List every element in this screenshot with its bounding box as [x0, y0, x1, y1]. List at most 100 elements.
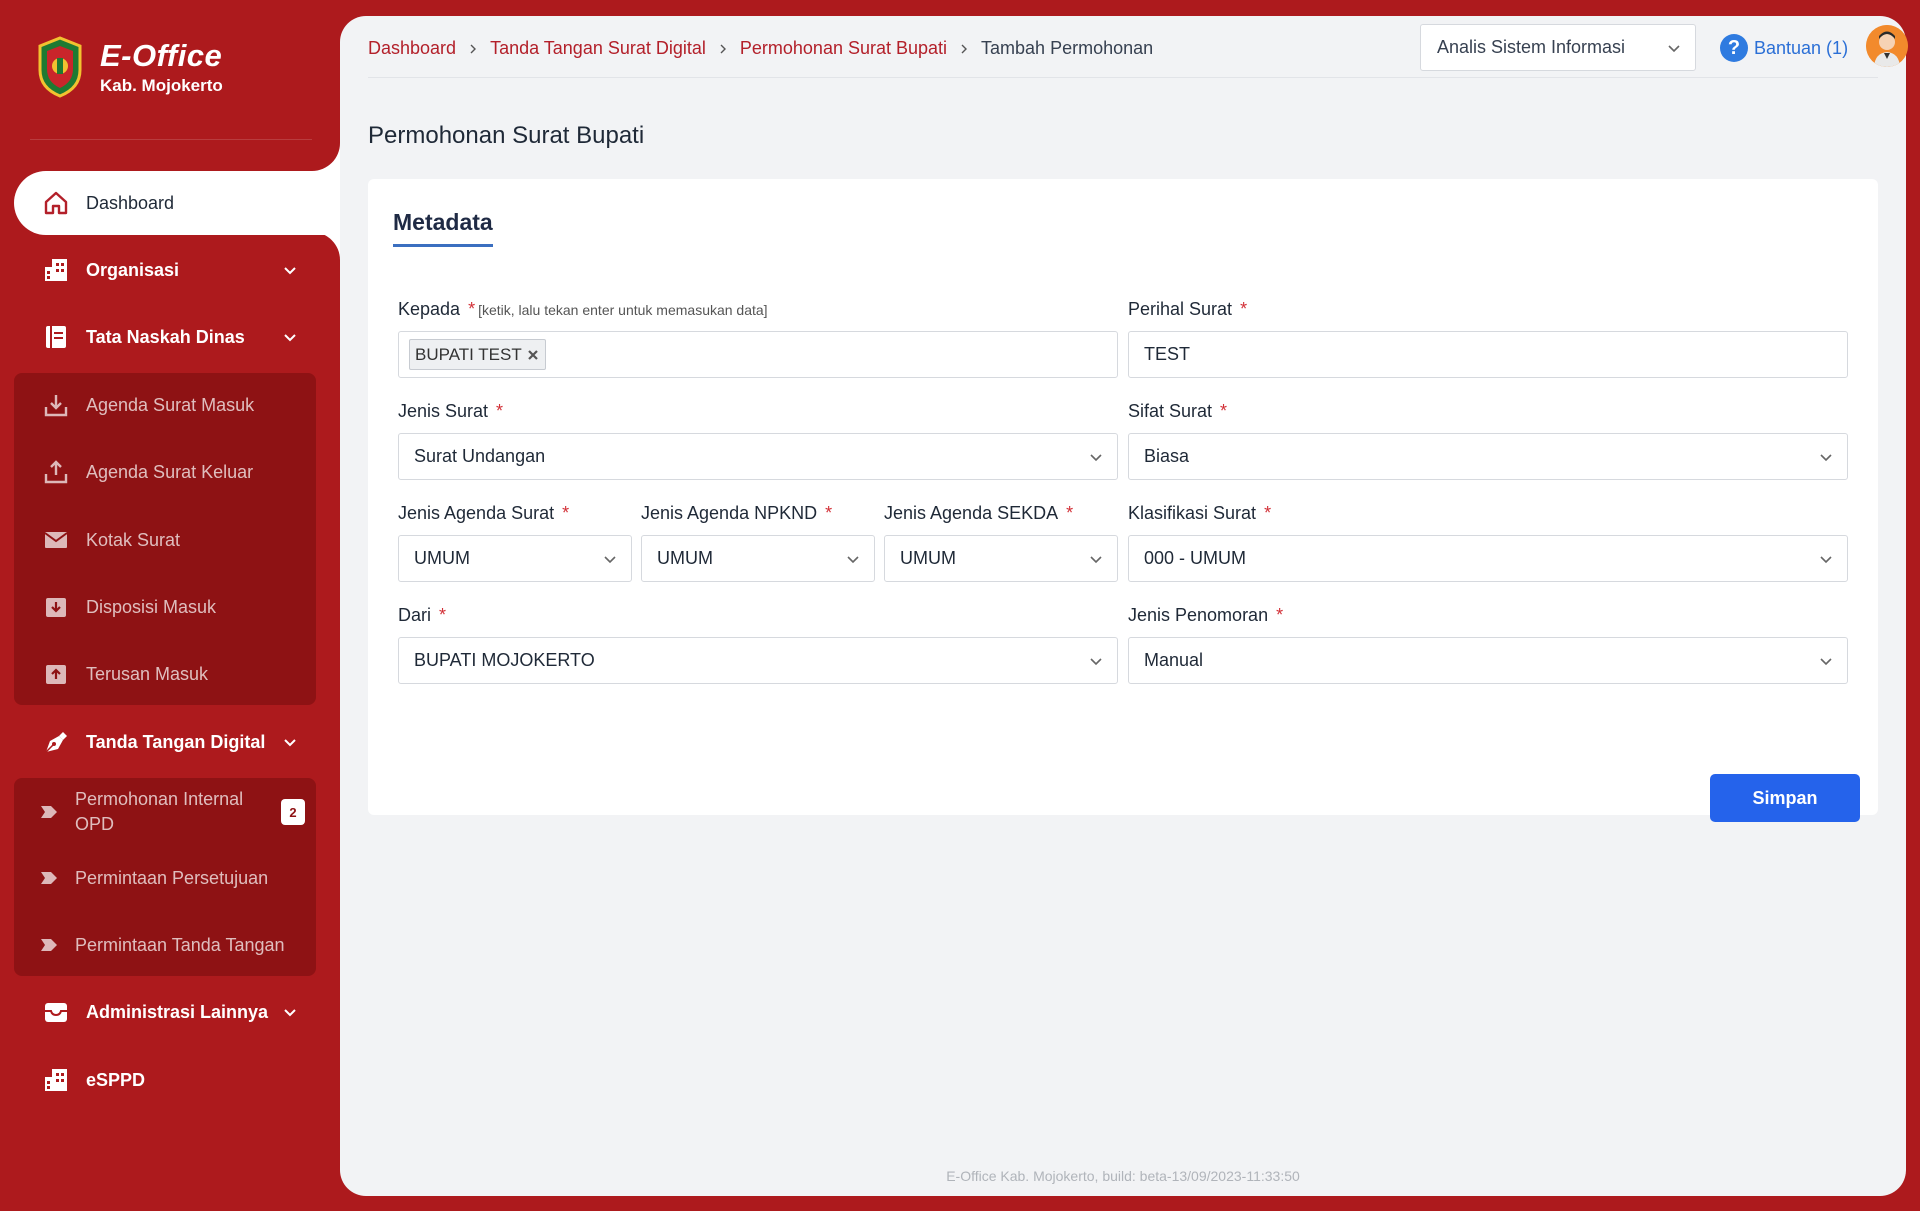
jenis-penomoran-label: Jenis Penomoran * [1128, 605, 1283, 626]
breadcrumb-current: Tambah Permohonan [981, 38, 1154, 58]
sidebar-item-label: eSPPD [86, 1069, 146, 1090]
chevron-down-icon [1090, 454, 1102, 462]
role-select[interactable]: Analis Sistem Informasi [1420, 24, 1696, 71]
chevron-down-icon [847, 556, 859, 564]
breadcrumb-dashboard[interactable]: Dashboard [368, 38, 456, 59]
required-mark: * [1264, 503, 1272, 523]
jenis-agenda-sekda-select[interactable]: UMUM [884, 535, 1118, 582]
sidebar-item-permintaan-persetujuan[interactable]: Permintaan Persetujuan [14, 846, 316, 910]
jenis-agenda-npknd-select[interactable]: UMUM [641, 535, 875, 582]
main-content: Dashboard Tanda Tangan Surat Digital Per… [340, 16, 1908, 1196]
jenis-agenda-npknd-value: UMUM [657, 548, 713, 568]
chevron-down-icon [1820, 658, 1832, 666]
chevron-down-icon [284, 334, 296, 342]
chevron-down-icon [1820, 454, 1832, 462]
sidebar-item-label: Agenda Surat Masuk [86, 394, 255, 415]
active-curve-top [312, 143, 340, 171]
sidebar-item-terusan-masuk[interactable]: Terusan Masuk [14, 642, 316, 706]
tag-arrow-icon [41, 939, 57, 951]
field-label-text: Jenis Agenda Surat [398, 503, 555, 523]
chevron-down-icon [604, 556, 616, 564]
field-label-text: Jenis Agenda SEKDA [884, 503, 1059, 523]
breadcrumb-permohonan-surat-bupati[interactable]: Permohonan Surat Bupati [740, 38, 947, 59]
dari-select[interactable]: BUPATI MOJOKERTO [398, 637, 1118, 684]
sidebar-item-label: OPD [75, 814, 115, 834]
tab-metadata[interactable]: Metadata [393, 209, 493, 247]
chevron-down-icon [1668, 45, 1680, 53]
sifat-surat-select[interactable]: Biasa [1128, 433, 1848, 480]
sidebar-item-agenda-surat-keluar[interactable]: Agenda Surat Keluar [14, 440, 316, 504]
sidebar-item-permintaan-tanda-tangan[interactable]: Permintaan Tanda Tangan [14, 913, 316, 977]
sidebar-item-label: Kotak Surat [86, 529, 181, 550]
page-title: Permohonan Surat Bupati [368, 122, 645, 149]
brand-divider [30, 139, 312, 140]
klasifikasi-value: 000 - UMUM [1144, 548, 1247, 568]
jenis-agenda-npknd-label: Jenis Agenda NPKND * [641, 503, 832, 524]
save-button[interactable]: Simpan [1710, 774, 1860, 822]
perihal-input[interactable]: TEST [1128, 331, 1848, 378]
breadcrumb-tanda-tangan-surat-digital[interactable]: Tanda Tangan Surat Digital [490, 38, 706, 59]
sidebar-item-organisasi[interactable]: Organisasi [14, 238, 340, 302]
sidebar-item-label: Terusan Masuk [86, 663, 209, 684]
required-mark: * [825, 503, 833, 523]
jenis-surat-value: Surat Undangan [414, 446, 546, 466]
sidebar-item-disposisi-masuk[interactable]: Disposisi Masuk [14, 575, 316, 639]
sidebar-item-permohonan-internal-opd[interactable]: Permohonan Internal OPD 2 [14, 779, 316, 845]
breadcrumb: Dashboard Tanda Tangan Surat Digital Per… [368, 38, 1153, 59]
sidebar-item-esppd[interactable]: eSPPD [14, 1048, 340, 1112]
field-label-text: Jenis Penomoran [1128, 605, 1269, 625]
required-mark: * [1276, 605, 1284, 625]
klasifikasi-select[interactable]: 000 - UMUM [1128, 535, 1848, 582]
pen-nib-icon [41, 727, 71, 757]
required-mark: * [1220, 401, 1228, 421]
chevron-right-icon [720, 44, 726, 53]
help-link[interactable]: ? Bantuan (1) [1720, 34, 1848, 62]
kepada-tag-input[interactable]: BUPATI TEST [398, 331, 1118, 378]
dari-value: BUPATI MOJOKERTO [414, 650, 595, 670]
jenis-surat-select[interactable]: Surat Undangan [398, 433, 1118, 480]
inbox-upload-icon [41, 659, 71, 689]
download-tray-icon [41, 390, 71, 420]
chevron-down-icon [1090, 658, 1102, 666]
recipient-tag: BUPATI TEST [409, 339, 546, 370]
kabupaten-emblem-icon [38, 36, 82, 98]
sidebar-item-administrasi-lainnya[interactable]: Administrasi Lainnya [14, 980, 340, 1044]
app-title: E-Office [100, 38, 223, 73]
jenis-surat-label: Jenis Surat * [398, 401, 503, 422]
field-label-text: Jenis Surat [398, 401, 489, 421]
klasifikasi-label: Klasifikasi Surat * [1128, 503, 1271, 524]
avatar[interactable] [1866, 25, 1908, 67]
sifat-surat-label: Sifat Surat * [1128, 401, 1227, 422]
field-label-text: Klasifikasi Surat [1128, 503, 1257, 523]
jenis-penomoran-select[interactable]: Manual [1128, 637, 1848, 684]
role-select-value: Analis Sistem Informasi [1437, 37, 1626, 57]
close-icon[interactable] [526, 348, 540, 362]
tag-arrow-icon [41, 872, 57, 884]
sidebar-item-label: Organisasi [86, 259, 180, 280]
sidebar-item-label: Permohonan Internal [75, 789, 244, 809]
user-avatar-icon [1866, 25, 1908, 67]
brand[interactable]: E-Office Kab. Mojokerto [36, 36, 223, 98]
perihal-value: TEST [1144, 344, 1191, 364]
sidebar-item-kotak-surat[interactable]: Kotak Surat [14, 508, 316, 572]
footer-build-info: E-Office Kab. Mojokerto, build: beta-13/… [946, 1168, 1300, 1184]
app-subtitle: Kab. Mojokerto [100, 76, 223, 95]
sidebar-item-agenda-surat-masuk[interactable]: Agenda Surat Masuk [14, 373, 316, 437]
sidebar-item-dashboard[interactable]: Dashboard [14, 171, 340, 235]
required-mark: * [562, 503, 570, 523]
chevron-right-icon [961, 44, 968, 53]
home-icon [41, 188, 71, 218]
perihal-label: Perihal Surat * [1128, 299, 1247, 320]
required-mark: * [1066, 503, 1074, 523]
sidebar-item-label: Disposisi Masuk [86, 596, 217, 617]
form-card: Metadata Kepada * [ketik, lalu tekan enter… [368, 179, 1878, 822]
jenis-agenda-surat-label: Jenis Agenda Surat * [398, 503, 569, 524]
sidebar-item-tanda-tangan-digital[interactable]: Tanda Tangan Digital [14, 710, 340, 774]
sidebar-item-label: Dashboard [86, 192, 175, 213]
sidebar-item-tata-naskah-dinas[interactable]: Tata Naskah Dinas [14, 305, 340, 369]
chevron-down-icon [284, 739, 296, 747]
jenis-agenda-surat-select[interactable]: UMUM [398, 535, 632, 582]
help-label: Bantuan (1) [1754, 37, 1849, 58]
sifat-surat-value: Biasa [1144, 446, 1190, 466]
recipient-tag-label: BUPATI TEST [415, 344, 522, 364]
